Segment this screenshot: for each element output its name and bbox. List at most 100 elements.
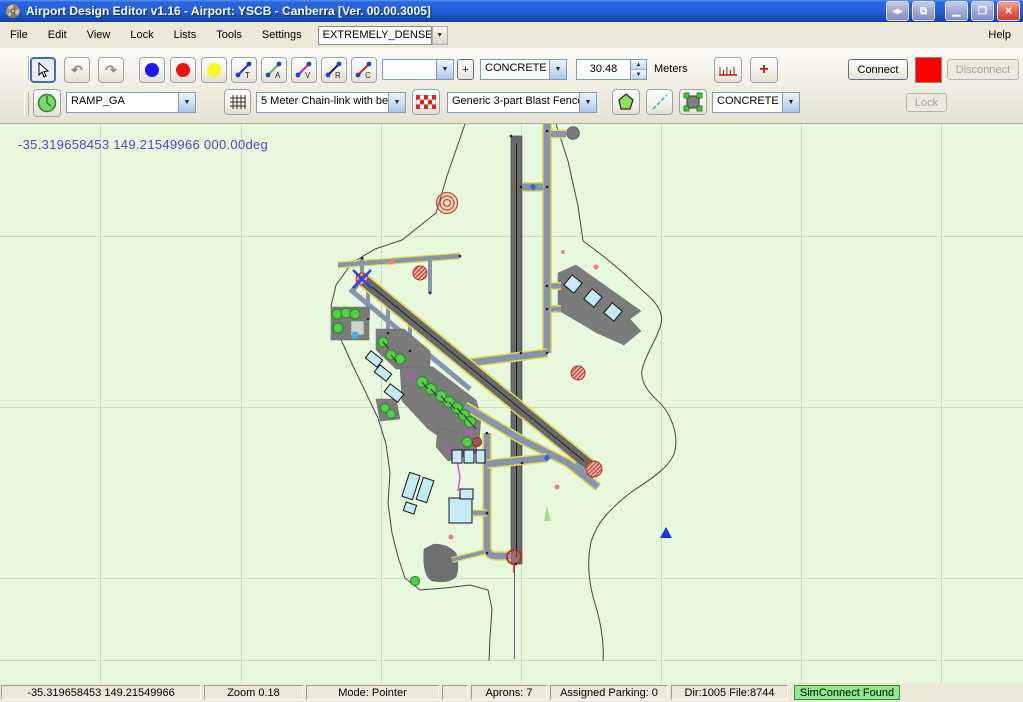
add-link-type-button[interactable]: + xyxy=(457,59,474,80)
status-bar: -35.319658453 149.21549966 Zoom 0.18 Mod… xyxy=(0,683,1023,702)
link-line-v-icon: V xyxy=(294,60,314,80)
chevron-down-icon[interactable]: ▼ xyxy=(782,93,799,112)
line-button[interactable] xyxy=(646,89,673,115)
undo-button[interactable]: ↶ xyxy=(64,57,90,83)
fuel-point xyxy=(352,332,359,339)
red-dot-icon xyxy=(174,61,192,79)
close-button[interactable]: ✕ xyxy=(997,1,1020,21)
toolbar-area: ↶ ↷ T A V R xyxy=(0,48,1023,124)
connect-button[interactable]: Connect xyxy=(848,59,908,80)
menu-view[interactable]: View xyxy=(77,27,121,43)
runway-threshold-marker xyxy=(507,550,521,573)
density-combo[interactable]: EXTREMELY_DENSE xyxy=(318,26,432,45)
status-mode: Mode: Pointer xyxy=(306,685,439,700)
red-point-button[interactable] xyxy=(170,57,196,83)
spinner-up-icon[interactable]: ▲ xyxy=(631,60,646,70)
taxiway-link-t-button[interactable]: T xyxy=(231,57,257,83)
density-combo-value: EXTREMELY_DENSE xyxy=(319,29,431,41)
vehicle-link-v-button[interactable]: V xyxy=(291,57,317,83)
surface-combo[interactable]: CONCRETE ▼ xyxy=(480,59,567,80)
map-viewport[interactable]: -35.319658453 149.21549966 000.00deg xyxy=(0,123,1023,684)
blue-point-button[interactable] xyxy=(139,57,165,83)
app-icon xyxy=(5,3,21,19)
hatched-marker xyxy=(413,266,427,280)
minimize-button[interactable]: ▁ xyxy=(945,1,968,21)
width-spinner[interactable]: 30.48 ▲ ▼ xyxy=(576,59,647,80)
cursor-coordinates-overlay: -35.319658453 149.21549966 000.00deg xyxy=(18,137,268,152)
material-combo-value: CONCRETE xyxy=(713,93,782,112)
fence-type-combo[interactable]: 5 Meter Chain-link with ber ▼ xyxy=(256,92,406,113)
window-external-button[interactable]: ⧉ xyxy=(912,1,935,21)
chevron-down-icon[interactable]: ▼ xyxy=(549,60,566,79)
link-line-r-icon: R xyxy=(324,60,344,80)
status-aprons: Aprons: 7 xyxy=(471,685,547,700)
taxiway-east[interactable] xyxy=(468,124,580,363)
width-value: 30.48 xyxy=(577,60,630,79)
chevron-down-icon[interactable]: ▼ xyxy=(579,93,596,112)
menu-edit[interactable]: Edit xyxy=(38,27,77,43)
grid-button[interactable] xyxy=(224,89,251,115)
add-crossing-button[interactable]: + xyxy=(750,57,778,83)
restore-button[interactable]: ❐ xyxy=(971,1,994,21)
checkerboard-button[interactable] xyxy=(412,89,440,115)
chevron-down-icon[interactable]: ▼ xyxy=(436,60,453,79)
closed-link-c-button[interactable]: C xyxy=(351,57,377,83)
menu-lists[interactable]: Lists xyxy=(164,27,207,43)
link-line-a-icon: A xyxy=(264,60,284,80)
status-assigned-parking: Assigned Parking: 0 xyxy=(550,685,668,700)
menu-tools[interactable]: Tools xyxy=(206,27,252,43)
yellow-point-button[interactable] xyxy=(201,57,227,83)
menu-bar: File Edit View Lock Lists Tools Settings… xyxy=(0,22,1023,49)
link-type-combo-value xyxy=(383,60,436,79)
svg-text:C: C xyxy=(365,71,371,80)
chevron-down-icon: ▼ xyxy=(436,32,443,39)
polygon-button[interactable] xyxy=(612,89,640,115)
disconnect-button[interactable]: Disconnect xyxy=(947,59,1019,80)
blue-dot-icon xyxy=(143,61,161,79)
apron-link-a-button[interactable]: A xyxy=(261,57,287,83)
surface-combo-value: CONCRETE xyxy=(481,60,549,79)
parking-spot-button[interactable] xyxy=(33,89,61,117)
selection-bounds-icon xyxy=(683,92,703,112)
density-combo-arrow[interactable]: ▼ xyxy=(432,26,448,45)
material-combo[interactable]: CONCRETE ▼ xyxy=(712,92,800,113)
status-empty xyxy=(442,685,468,700)
menu-file[interactable]: File xyxy=(0,27,38,43)
ramp-type-combo[interactable]: RAMP_GA ▼ xyxy=(66,92,196,113)
toolbar-grip-2[interactable] xyxy=(24,92,29,116)
spinner-down-icon[interactable]: ▼ xyxy=(631,70,646,79)
pointer-icon xyxy=(35,62,51,78)
menu-help[interactable]: Help xyxy=(976,27,1023,43)
link-line-c-icon: C xyxy=(354,60,374,80)
menu-lock[interactable]: Lock xyxy=(120,27,163,43)
parking-spot-icon xyxy=(37,93,57,113)
runway-link-r-button[interactable]: R xyxy=(321,57,347,83)
chevron-down-icon[interactable]: ▼ xyxy=(388,93,405,112)
ruler-button[interactable] xyxy=(714,57,742,83)
undo-icon: ↶ xyxy=(71,63,83,77)
toolbar-grip[interactable] xyxy=(24,56,29,80)
window-arrows-button[interactable]: ◂▸ xyxy=(886,1,909,21)
svg-text:R: R xyxy=(335,71,341,80)
width-unit-label: Meters xyxy=(654,63,688,75)
hangar-blob xyxy=(424,544,458,582)
airport-map[interactable] xyxy=(0,124,1023,684)
chevron-down-icon[interactable]: ▼ xyxy=(178,93,195,112)
link-type-combo[interactable]: ▼ xyxy=(382,59,454,80)
bounds-button[interactable] xyxy=(679,89,707,115)
windsock-rings-marker xyxy=(437,193,458,214)
cone-marker xyxy=(544,506,551,521)
blast-fence-combo-value: Generic 3-part Blast Fence xyxy=(448,93,579,112)
pointer-button[interactable] xyxy=(30,57,56,83)
blast-fence-combo[interactable]: Generic 3-part Blast Fence ▼ xyxy=(447,92,597,113)
polygon-icon xyxy=(616,92,636,112)
menu-settings[interactable]: Settings xyxy=(252,27,312,43)
grid-icon xyxy=(229,94,247,110)
yellow-dot-icon xyxy=(205,61,223,79)
ramp-type-combo-value: RAMP_GA xyxy=(67,93,178,112)
runway-end-x-marker xyxy=(353,270,371,288)
lock-button[interactable]: Lock xyxy=(906,93,947,112)
redo-button[interactable]: ↷ xyxy=(98,57,124,83)
svg-text:A: A xyxy=(275,71,281,80)
status-simconnect: SimConnect Found xyxy=(794,685,900,700)
